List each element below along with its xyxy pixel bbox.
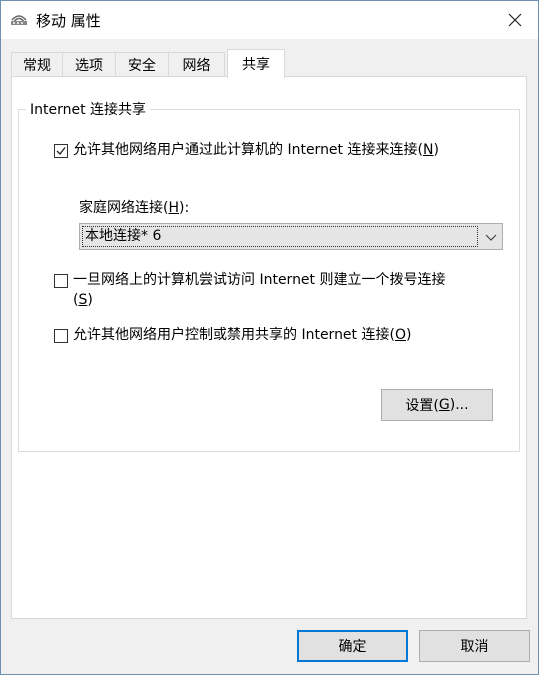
allow-control-label[interactable]: 允许其他网络用户控制或禁用共享的 Internet 连接(O) bbox=[73, 325, 411, 345]
tab-label: 常规 bbox=[23, 58, 51, 74]
chevron-down-icon bbox=[485, 234, 497, 241]
dropdown-selected-value: 本地连接* 6 bbox=[82, 226, 478, 247]
tab-label: 选项 bbox=[75, 58, 103, 74]
close-button[interactable] bbox=[492, 1, 538, 39]
home-network-dropdown[interactable]: 本地连接* 6 bbox=[79, 223, 503, 250]
dial-on-demand-checkbox[interactable] bbox=[54, 274, 68, 288]
allow-sharing-checkbox[interactable] bbox=[54, 144, 68, 158]
tab-label: 共享 bbox=[242, 57, 270, 73]
tab-security[interactable]: 安全 bbox=[115, 52, 169, 77]
network-connection-icon bbox=[11, 15, 27, 25]
tab-networking[interactable]: 网络 bbox=[168, 52, 225, 77]
settings-button[interactable]: 设置(G)... bbox=[381, 389, 493, 421]
sharing-panel: Internet 连接共享 允许其他网络用户通过此计算机的 Internet 连… bbox=[11, 76, 527, 619]
tab-sharing[interactable]: 共享 bbox=[227, 49, 285, 78]
window-title: 移动 属性 bbox=[36, 12, 101, 30]
checkmark-icon bbox=[56, 147, 66, 155]
allow-sharing-label[interactable]: 允许其他网络用户通过此计算机的 Internet 连接来连接(N) bbox=[73, 140, 439, 160]
tab-label: 网络 bbox=[182, 58, 211, 74]
group-title: Internet 连接共享 bbox=[26, 99, 151, 119]
dial-on-demand-label[interactable]: 一旦网络上的计算机尝试访问 Internet 则建立一个拨号连接 (S) bbox=[73, 270, 446, 310]
title-bar: 移动 属性 bbox=[1, 1, 538, 39]
tab-options[interactable]: 选项 bbox=[62, 52, 116, 77]
ok-button[interactable]: 确定 bbox=[297, 630, 408, 662]
properties-dialog: 移动 属性 常规 选项 安全 网络 共享 Internet 连接共享 允许其他网… bbox=[0, 0, 539, 675]
home-network-label: 家庭网络连接(H): bbox=[79, 200, 190, 216]
allow-control-checkbox[interactable] bbox=[54, 329, 68, 343]
tab-label: 安全 bbox=[128, 58, 156, 74]
cancel-button[interactable]: 取消 bbox=[419, 630, 530, 662]
tab-general[interactable]: 常规 bbox=[11, 52, 63, 77]
close-icon bbox=[508, 13, 522, 27]
